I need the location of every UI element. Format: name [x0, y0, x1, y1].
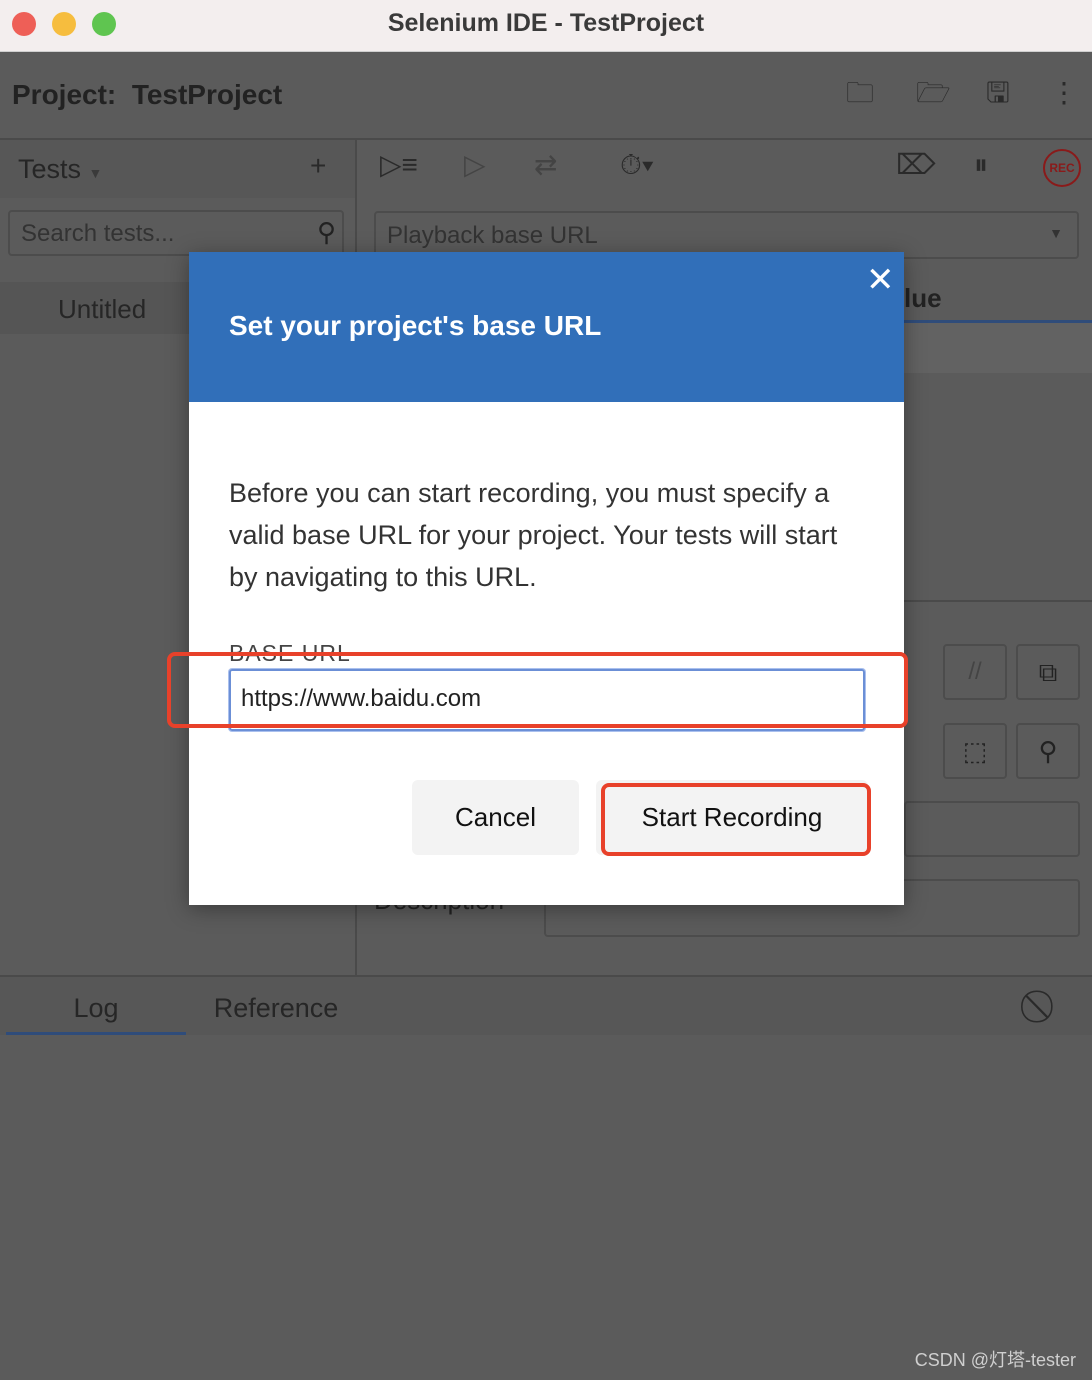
open-reference-button[interactable]: ⧉	[1016, 644, 1080, 700]
record-button[interactable]: REC	[1043, 149, 1081, 187]
project-title: Project: TestProject	[12, 79, 282, 111]
pause-on-exceptions-icon[interactable]: ⏸	[974, 151, 988, 179]
run-all-tests-icon[interactable]: ▷≡	[380, 151, 418, 179]
tab-log[interactable]: Log	[6, 977, 186, 1035]
watermark: CSDN @灯塔-tester	[914, 1350, 1076, 1370]
command-row[interactable]	[904, 323, 1092, 373]
highlight-box-url	[167, 652, 908, 728]
base-url-placeholder: Playback base URL	[387, 222, 598, 249]
window-titlebar: Selenium IDE - TestProject	[0, 0, 1092, 52]
new-project-icon[interactable]: 🗀	[846, 79, 874, 107]
step-over-icon[interactable]: ⇄	[534, 151, 557, 179]
speed-timer-icon[interactable]: ⏱▾	[620, 151, 654, 179]
dialog-title: Set your project's base URL	[229, 310, 602, 341]
base-url-dialog: Set your project's base URL ✕ Before you…	[167, 252, 908, 905]
search-icon: ⚲	[316, 217, 336, 247]
close-icon[interactable]: ✕	[866, 260, 895, 300]
comment-toggle-button[interactable]: //	[943, 644, 1007, 700]
select-target-button[interactable]: ⬚	[943, 723, 1007, 779]
value-input[interactable]	[904, 801, 1080, 857]
search-tests-input[interactable]: Search tests... ⚲	[8, 210, 344, 256]
highlight-box-start	[601, 783, 871, 856]
bottom-tabs: Log Reference ⃠	[0, 975, 1092, 1035]
tab-reference[interactable]: Reference	[190, 977, 362, 1035]
chevron-down-icon: ▼	[88, 165, 103, 181]
save-project-icon[interactable]: 🖫	[986, 79, 1010, 107]
cancel-button[interactable]: Cancel	[412, 780, 579, 855]
run-current-test-icon[interactable]: ▷	[464, 151, 486, 179]
find-target-button[interactable]: ⚲	[1016, 723, 1080, 779]
project-label: Project:	[12, 79, 117, 110]
window-title: Selenium IDE - TestProject	[387, 9, 705, 37]
chevron-down-icon: ▼	[1049, 225, 1063, 241]
tests-title: Tests	[18, 154, 82, 184]
dialog-header: Set your project's base URL ✕	[189, 252, 904, 402]
search-placeholder: Search tests...	[21, 220, 175, 247]
more-options-icon[interactable]: ⋮	[1050, 79, 1078, 107]
tests-dropdown[interactable]: Tests ▼	[18, 154, 102, 185]
add-test-icon[interactable]: +	[310, 152, 326, 180]
open-project-icon[interactable]: 🗁	[916, 79, 951, 107]
divider	[904, 600, 1092, 602]
project-name[interactable]: TestProject	[132, 79, 282, 110]
test-item-label: Untitled	[58, 294, 147, 324]
dialog-body-text: Before you can start recording, you must…	[229, 478, 838, 592]
disable-breakpoints-icon[interactable]: ⌦	[896, 151, 936, 179]
column-header-value: lue	[904, 283, 942, 313]
